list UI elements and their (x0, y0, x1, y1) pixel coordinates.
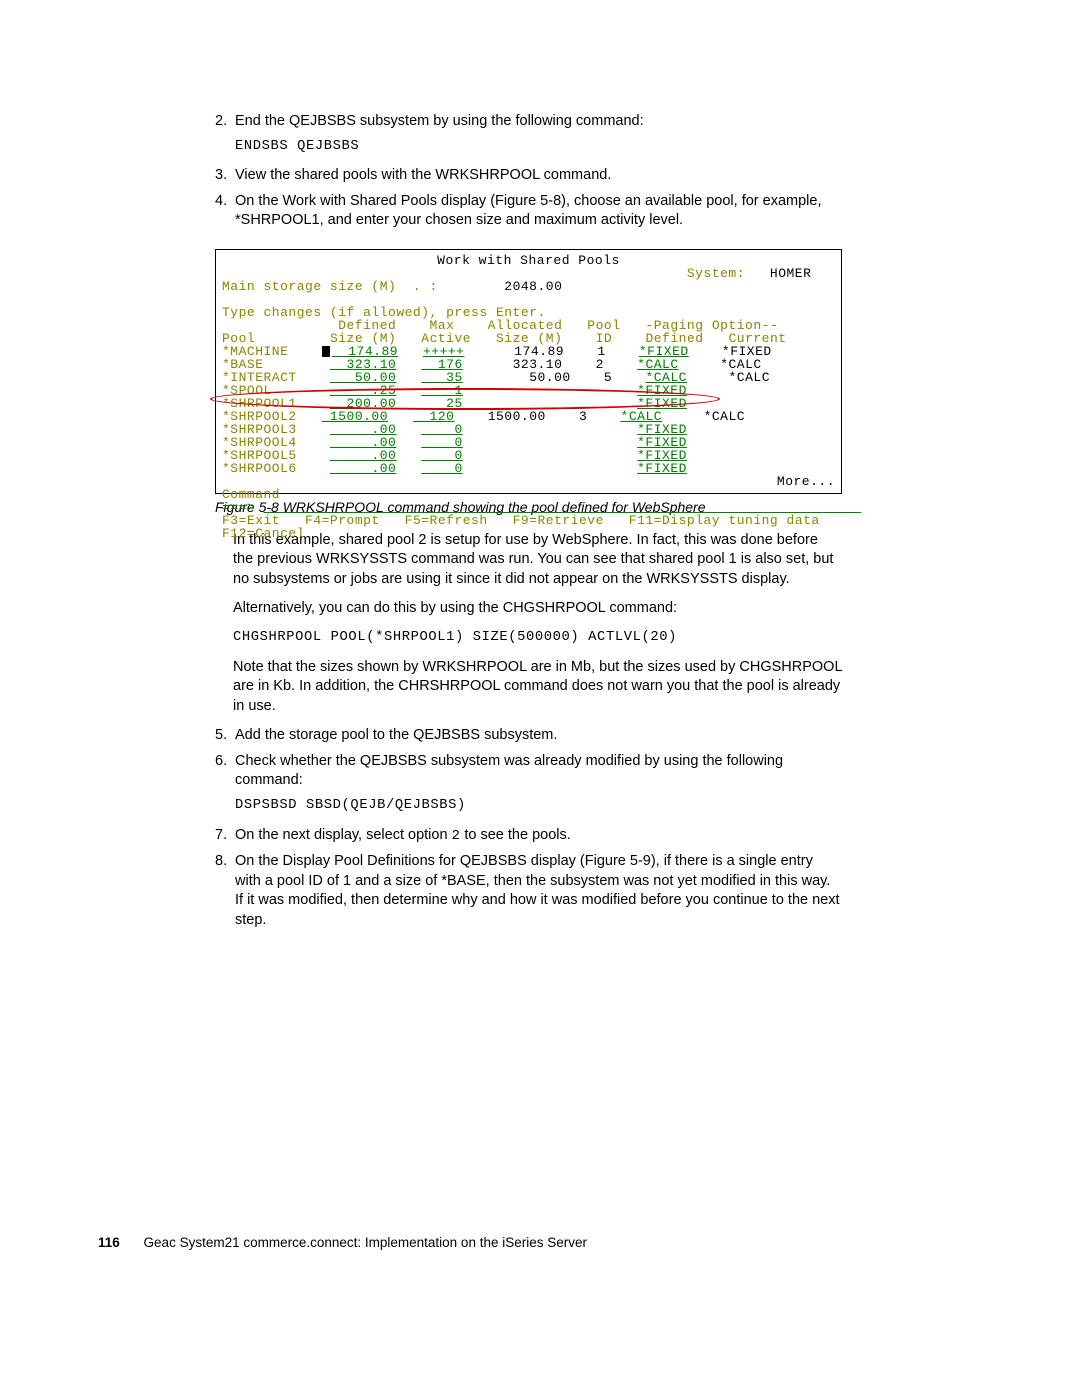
mainsize-label: Main storage size (M) . : (222, 279, 438, 294)
table-row: *SHRPOOL3 .00 0 *FIXED (222, 423, 835, 436)
step-number: 7. (215, 826, 235, 846)
table-row: *INTERACT 50.00 35 50.00 5 *CALC *CALC (222, 371, 835, 384)
paragraph: Alternatively, you can do this by using … (233, 599, 842, 619)
fkeys-2[interactable]: F12=Cancel (222, 527, 835, 540)
mainsize-value: 2048.00 (504, 279, 562, 294)
step-number: 4. (215, 192, 235, 212)
page-footer: 116 Geac System21 commerce.connect: Impl… (98, 1234, 587, 1252)
table-row: *SHRPOOL2 1500.00 120 1500.00 3 *CALC *C… (222, 410, 835, 423)
command-chgshrpool: CHGSHRPOOL POOL(*SHRPOOL1) SIZE(500000) … (233, 629, 842, 648)
page-number: 116 (98, 1235, 120, 1250)
step-6: 6. Check whether the QEJBSBS subsystem w… (215, 752, 842, 791)
table-row: *SHRPOOL6 .00 0 *FIXED (222, 462, 835, 475)
step-text: Check whether the QEJBSBS subsystem was … (235, 752, 842, 791)
step-4: 4. On the Work with Shared Pools display… (215, 192, 842, 231)
system-label: System: (687, 266, 745, 281)
step-3: 3. View the shared pools with the WRKSHR… (215, 166, 842, 186)
step-text: View the shared pools with the WRKSHRPOO… (235, 166, 842, 186)
step-text: On the Display Pool Definitions for QEJB… (235, 852, 842, 930)
step-text: Add the storage pool to the QEJBSBS subs… (235, 726, 842, 746)
step-number: 8. (215, 852, 235, 872)
step-number: 3. (215, 166, 235, 186)
step-text: End the QEJBSBS subsystem by using the f… (235, 112, 842, 132)
step-number: 2. (215, 112, 235, 132)
step-8: 8. On the Display Pool Definitions for Q… (215, 852, 842, 930)
table-row: *SHRPOOL5 .00 0 *FIXED (222, 449, 835, 462)
step-text: On the next display, select option 2 to … (235, 826, 842, 847)
command-dspsbsd: DSPSBSD SBSD(QEJB/QEJBSBS) (235, 797, 842, 816)
step-2: 2. End the QEJBSBS subsystem by using th… (215, 112, 842, 132)
more-indicator: More... (777, 474, 835, 489)
step-5: 5. Add the storage pool to the QEJBSBS s… (215, 726, 842, 746)
table-row: *SHRPOOL4 .00 0 *FIXED (222, 436, 835, 449)
step-text: On the Work with Shared Pools display (F… (235, 192, 842, 231)
cursor (322, 346, 330, 357)
system-value: HOMER (770, 266, 812, 281)
annotation-ellipse (210, 388, 720, 410)
terminal-title: Work with Shared Pools (437, 253, 620, 268)
command-endsbs: ENDSBS QEJBSBS (235, 138, 842, 157)
step-number: 5. (215, 726, 235, 746)
paragraph: Note that the sizes shown by WRKSHRPOOL … (233, 658, 842, 717)
step-number: 6. (215, 752, 235, 772)
terminal-figure: Work with Shared Pools xxxxxxxxxxxxxxxxx… (215, 249, 842, 494)
step-7: 7. On the next display, select option 2 … (215, 826, 842, 847)
fkeys: F3=Exit F4=Prompt F5=Refresh F9=Retrieve… (222, 514, 835, 527)
footer-title: Geac System21 commerce.connect: Implemen… (144, 1235, 587, 1250)
